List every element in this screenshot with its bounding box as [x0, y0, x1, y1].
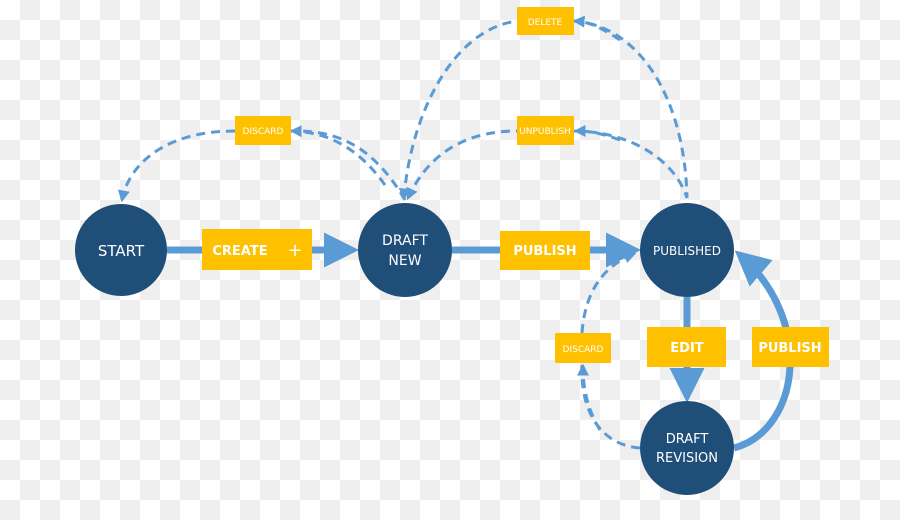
- node-published[interactable]: PUBLISHED: [640, 203, 734, 297]
- node-draft-new[interactable]: DRAFT NEW: [358, 203, 452, 297]
- delete-arrowhead: [572, 15, 621, 42]
- svg-text:PUBLISHED: PUBLISHED: [653, 244, 721, 258]
- svg-text:DRAFT: DRAFT: [382, 233, 428, 249]
- svg-text:START: START: [98, 242, 145, 260]
- unpublish-arrowhead: [573, 125, 621, 142]
- publish-revision-label[interactable]: PUBLISH: [752, 327, 829, 367]
- svg-text:DELETE: DELETE: [528, 18, 563, 28]
- discard-new-label[interactable]: DISCARD: [235, 116, 291, 145]
- edit-label[interactable]: EDIT: [647, 327, 726, 367]
- svg-text:REVISION: REVISION: [656, 451, 718, 466]
- svg-text:UNPUBLISH: UNPUBLISH: [519, 127, 571, 137]
- create-label[interactable]: CREATE +: [202, 229, 312, 270]
- node-draft-revision[interactable]: DRAFT REVISION: [640, 401, 734, 495]
- svg-text:PUBLISH: PUBLISH: [513, 244, 576, 259]
- svg-text:DISCARD: DISCARD: [243, 127, 284, 137]
- delete-label[interactable]: DELETE: [517, 7, 574, 35]
- svg-text:CREATE: CREATE: [212, 244, 267, 259]
- delete-arrow: [404, 19, 689, 198]
- node-start[interactable]: START: [75, 204, 167, 296]
- discard-revision-arrowhead: [577, 363, 602, 431]
- svg-text:DRAFT: DRAFT: [666, 432, 709, 447]
- workflow-diagram: START DRAFT NEW PUBLISHED DRAFT REVISION…: [75, 7, 829, 495]
- svg-text:NEW: NEW: [388, 253, 421, 269]
- discard-revision-label[interactable]: DISCARD: [555, 333, 611, 363]
- unpublish-label[interactable]: UNPUBLISH: [517, 116, 574, 145]
- svg-text:PUBLISH: PUBLISH: [758, 341, 821, 356]
- publish-label[interactable]: PUBLISH: [500, 231, 590, 270]
- svg-text:DISCARD: DISCARD: [563, 345, 604, 355]
- plus-icon: +: [287, 240, 302, 261]
- svg-text:EDIT: EDIT: [670, 341, 704, 356]
